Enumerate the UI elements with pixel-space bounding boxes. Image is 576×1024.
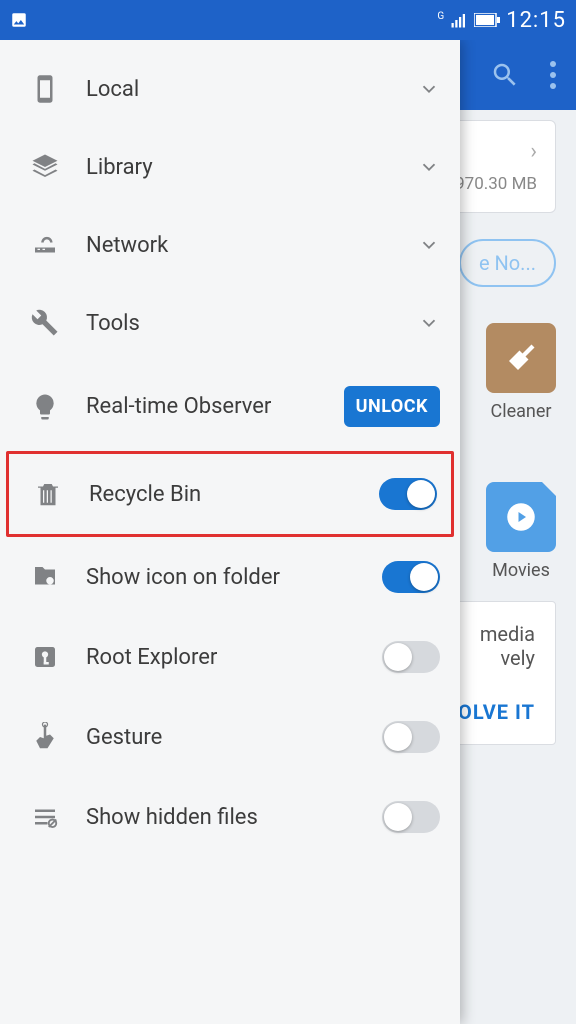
drawer-item-label: Root Explorer xyxy=(86,645,382,670)
broom-icon xyxy=(503,340,539,376)
router-icon xyxy=(30,230,60,260)
drawer-item-label: Tools xyxy=(86,311,418,336)
drawer-item-local[interactable]: Local xyxy=(0,50,460,128)
search-icon[interactable] xyxy=(490,60,520,90)
status-time: 12:15 xyxy=(506,8,566,33)
phone-icon xyxy=(30,74,60,104)
drawer-item-root-explorer[interactable]: Root Explorer xyxy=(0,617,460,697)
drawer-item-label: Show icon on folder xyxy=(86,565,382,590)
drawer-item-tools[interactable]: Tools xyxy=(0,284,460,362)
unlock-button[interactable]: UNLOCK xyxy=(344,386,440,427)
chevron-down-icon xyxy=(418,234,440,256)
drawer-item-show-icon[interactable]: Show icon on folder xyxy=(0,537,460,617)
drawer-item-label: Show hidden files xyxy=(86,805,382,830)
signal-icon xyxy=(450,11,468,29)
status-left xyxy=(10,11,28,29)
hidden-files-icon xyxy=(30,802,60,832)
chevron-down-icon xyxy=(418,312,440,334)
recycle-bin-toggle[interactable] xyxy=(379,478,437,510)
key-icon xyxy=(30,642,60,672)
gesture-toggle[interactable] xyxy=(382,721,440,753)
trash-icon xyxy=(33,479,63,509)
chevron-down-icon xyxy=(418,78,440,100)
drawer-item-library[interactable]: Library xyxy=(0,128,460,206)
drawer-item-gesture[interactable]: Gesture xyxy=(0,697,460,777)
lightbulb-icon xyxy=(30,392,60,422)
play-icon xyxy=(506,502,536,532)
analyze-button[interactable]: e No... xyxy=(459,239,556,287)
drawer-item-label: Real-time Observer xyxy=(86,394,344,419)
drawer-item-label: Gesture xyxy=(86,725,382,750)
drawer-item-hidden-files[interactable]: Show hidden files xyxy=(0,777,460,857)
image-notification-icon xyxy=(10,11,28,29)
battery-icon xyxy=(474,13,500,27)
tile-cleaner-label: Cleaner xyxy=(490,401,551,422)
tile-movies-label: Movies xyxy=(492,560,550,581)
network-type-indicator: G xyxy=(437,11,444,22)
drawer-item-recycle-bin[interactable]: Recycle Bin xyxy=(6,451,454,537)
gesture-icon xyxy=(30,722,60,752)
root-explorer-toggle[interactable] xyxy=(382,641,440,673)
status-right: G 12:15 xyxy=(437,8,566,33)
drawer-item-label: Recycle Bin xyxy=(89,482,379,507)
folder-eye-icon xyxy=(30,562,60,592)
tile-movies[interactable]: Movies xyxy=(486,482,556,581)
hidden-files-toggle[interactable] xyxy=(382,801,440,833)
overflow-menu-icon[interactable] xyxy=(550,61,556,89)
wrench-icon xyxy=(30,308,60,338)
drawer-item-observer[interactable]: Real-time Observer UNLOCK xyxy=(0,362,460,451)
status-bar: G 12:15 xyxy=(0,0,576,40)
tile-cleaner[interactable]: Cleaner xyxy=(486,323,556,422)
show-icon-toggle[interactable] xyxy=(382,561,440,593)
chevron-down-icon xyxy=(418,156,440,178)
layers-icon xyxy=(30,152,60,182)
drawer-item-label: Local xyxy=(86,77,418,102)
drawer-item-network[interactable]: Network xyxy=(0,206,460,284)
drawer-item-label: Library xyxy=(86,155,418,180)
drawer-item-label: Network xyxy=(86,233,418,258)
navigation-drawer: Local Library Network Tools Real-time Ob… xyxy=(0,40,460,1024)
